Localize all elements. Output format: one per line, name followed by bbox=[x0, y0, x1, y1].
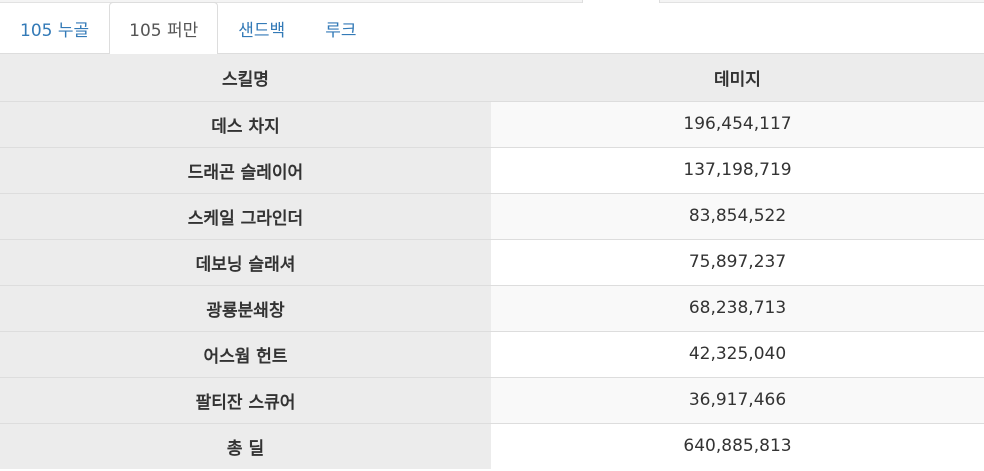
column-header-damage: 데미지 bbox=[491, 54, 984, 101]
column-header-skill: 스킬명 bbox=[0, 54, 491, 101]
skill-name: 스케일 그라인더 bbox=[0, 192, 491, 239]
table-row: 광룡분쇄창 68,238,713 bbox=[0, 284, 984, 331]
skill-name: 데스 차지 bbox=[0, 100, 491, 147]
damage-value: 83,854,522 bbox=[491, 192, 984, 239]
skill-name: 광룡분쇄창 bbox=[0, 284, 491, 331]
skill-name: 드래곤 슬레이어 bbox=[0, 146, 491, 193]
total-label: 총 딜 bbox=[0, 422, 491, 469]
damage-value: 68,238,713 bbox=[491, 284, 984, 331]
table-row: 드래곤 슬레이어 137,198,719 bbox=[0, 146, 984, 193]
total-row: 총 딜 640,885,813 bbox=[0, 422, 984, 469]
tab-105-permam[interactable]: 105 퍼만 bbox=[109, 2, 219, 54]
table-row: 어스웜 헌트 42,325,040 bbox=[0, 330, 984, 377]
table-row: 팔티잔 스큐어 36,917,466 bbox=[0, 376, 984, 423]
table-header-row: 스킬명 데미지 bbox=[0, 54, 984, 101]
total-damage-value: 640,885,813 bbox=[491, 422, 984, 469]
tab-sandbag[interactable]: 샌드백 bbox=[218, 2, 305, 53]
table-row: 스케일 그라인더 83,854,522 bbox=[0, 192, 984, 239]
damage-value: 42,325,040 bbox=[491, 330, 984, 377]
skill-name: 데보닝 슬래셔 bbox=[0, 238, 491, 285]
skill-name: 어스웜 헌트 bbox=[0, 330, 491, 377]
tab-105-nugol[interactable]: 105 누골 bbox=[0, 2, 109, 53]
skill-name: 팔티잔 스큐어 bbox=[0, 376, 491, 423]
damage-value: 137,198,719 bbox=[491, 146, 984, 193]
damage-value: 196,454,117 bbox=[491, 100, 984, 147]
tab-bar: 105 누골 105 퍼만 샌드백 루크 bbox=[0, 2, 984, 54]
damage-value: 75,897,237 bbox=[491, 238, 984, 285]
table-row: 데스 차지 196,454,117 bbox=[0, 100, 984, 147]
tab-luke[interactable]: 루크 bbox=[305, 2, 376, 53]
damage-value: 36,917,466 bbox=[491, 376, 984, 423]
skill-damage-table: 스킬명 데미지 데스 차지 196,454,117 드래곤 슬레이어 137,1… bbox=[0, 54, 984, 469]
table-row: 데보닝 슬래셔 75,897,237 bbox=[0, 238, 984, 285]
